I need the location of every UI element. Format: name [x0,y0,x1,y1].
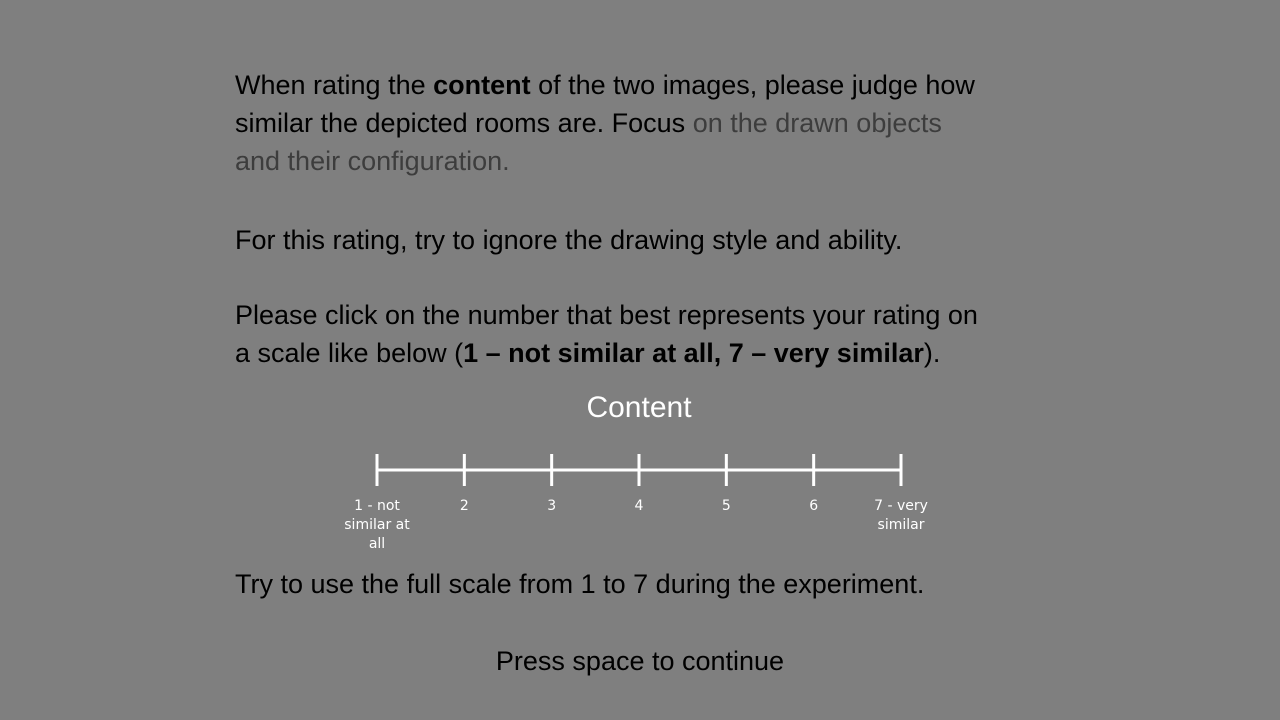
scale-tick-label: 7 - very [874,498,928,514]
instruction-content-rating: When rating the content of the two image… [235,66,1055,180]
instruction-text: Please click on the number that best rep… [235,300,978,330]
scale-tick-label: 3 [547,498,556,514]
instruction-click-number: Please click on the number that best rep… [235,296,1055,372]
scale-tick-label: 6 [809,498,818,514]
instruction-text: When rating the [235,70,434,100]
scale-tick-label: all [369,536,385,552]
instruction-text: similar the depicted rooms are. Focus [235,108,686,138]
scale-tick-label: 4 [635,498,644,514]
continue-prompt: Press space to continue [495,646,785,676]
instruction-bold-content: content [433,70,531,100]
instruction-bold-scale: 1 – not similar at all, 7 – very similar [463,338,924,368]
instruction-text: a scale like below ( [235,338,464,368]
rating-scale-example: 1 - not similar at all 2 3 4 5 6 7 - very similar [344,454,928,552]
instruction-text-faded: on the drawn objects [685,108,942,138]
scale-tick-label: 5 [722,498,731,514]
instruction-text: of the two images, please judge how [530,70,975,100]
instruction-full-scale: Try to use the full scale from 1 to 7 du… [235,569,925,599]
instruction-ignore-style: For this rating, try to ignore the drawi… [235,225,903,255]
scale-tick-label: 2 [460,498,469,514]
instruction-text: ). [923,338,941,368]
scale-tick-label: 1 - not [354,498,400,514]
scale-title: Content [586,391,692,424]
scale-tick-label: similar at [344,517,410,533]
instruction-text-faded: and their configuration. [235,146,510,176]
scale-tick-label: similar [878,517,925,533]
